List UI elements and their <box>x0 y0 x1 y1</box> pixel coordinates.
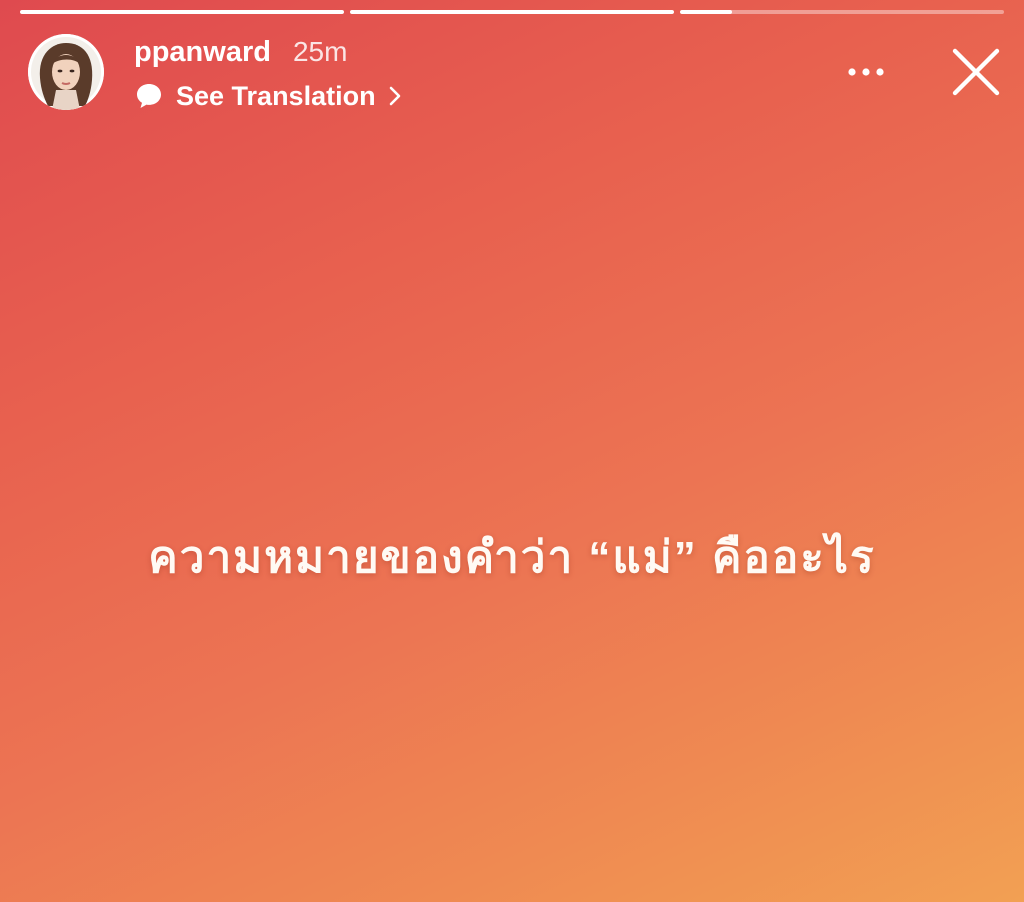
progress-segment-2 <box>350 10 674 14</box>
speech-bubble-icon <box>134 81 164 111</box>
progress-segment-1 <box>20 10 344 14</box>
close-icon <box>952 48 1000 96</box>
progress-fill-2 <box>350 10 674 14</box>
progress-segment-3 <box>680 10 1004 14</box>
progress-fill-3 <box>680 10 732 14</box>
story-progress-bar <box>20 10 1004 14</box>
more-dots-icon <box>848 68 884 76</box>
avatar-image <box>28 34 104 110</box>
user-info: ppanward 25m See Translation <box>134 36 402 114</box>
avatar[interactable] <box>28 34 104 110</box>
story-header: ppanward 25m See Translation <box>28 34 1002 114</box>
story-viewer[interactable]: ppanward 25m See Translation ความหมายของ… <box>0 0 1024 902</box>
name-line: ppanward 25m <box>134 36 402 72</box>
see-translation-button[interactable]: See Translation <box>134 78 402 114</box>
see-translation-label: See Translation <box>176 80 376 111</box>
story-caption: ความหมายของคำว่า “แม่” คืออะไร <box>148 533 876 582</box>
progress-fill-1 <box>20 10 344 14</box>
username[interactable]: ppanward <box>134 36 271 69</box>
close-button[interactable] <box>950 46 1002 98</box>
chevron-right-icon <box>388 84 402 108</box>
more-options-button[interactable] <box>846 56 886 88</box>
post-time: 25m <box>292 36 348 67</box>
